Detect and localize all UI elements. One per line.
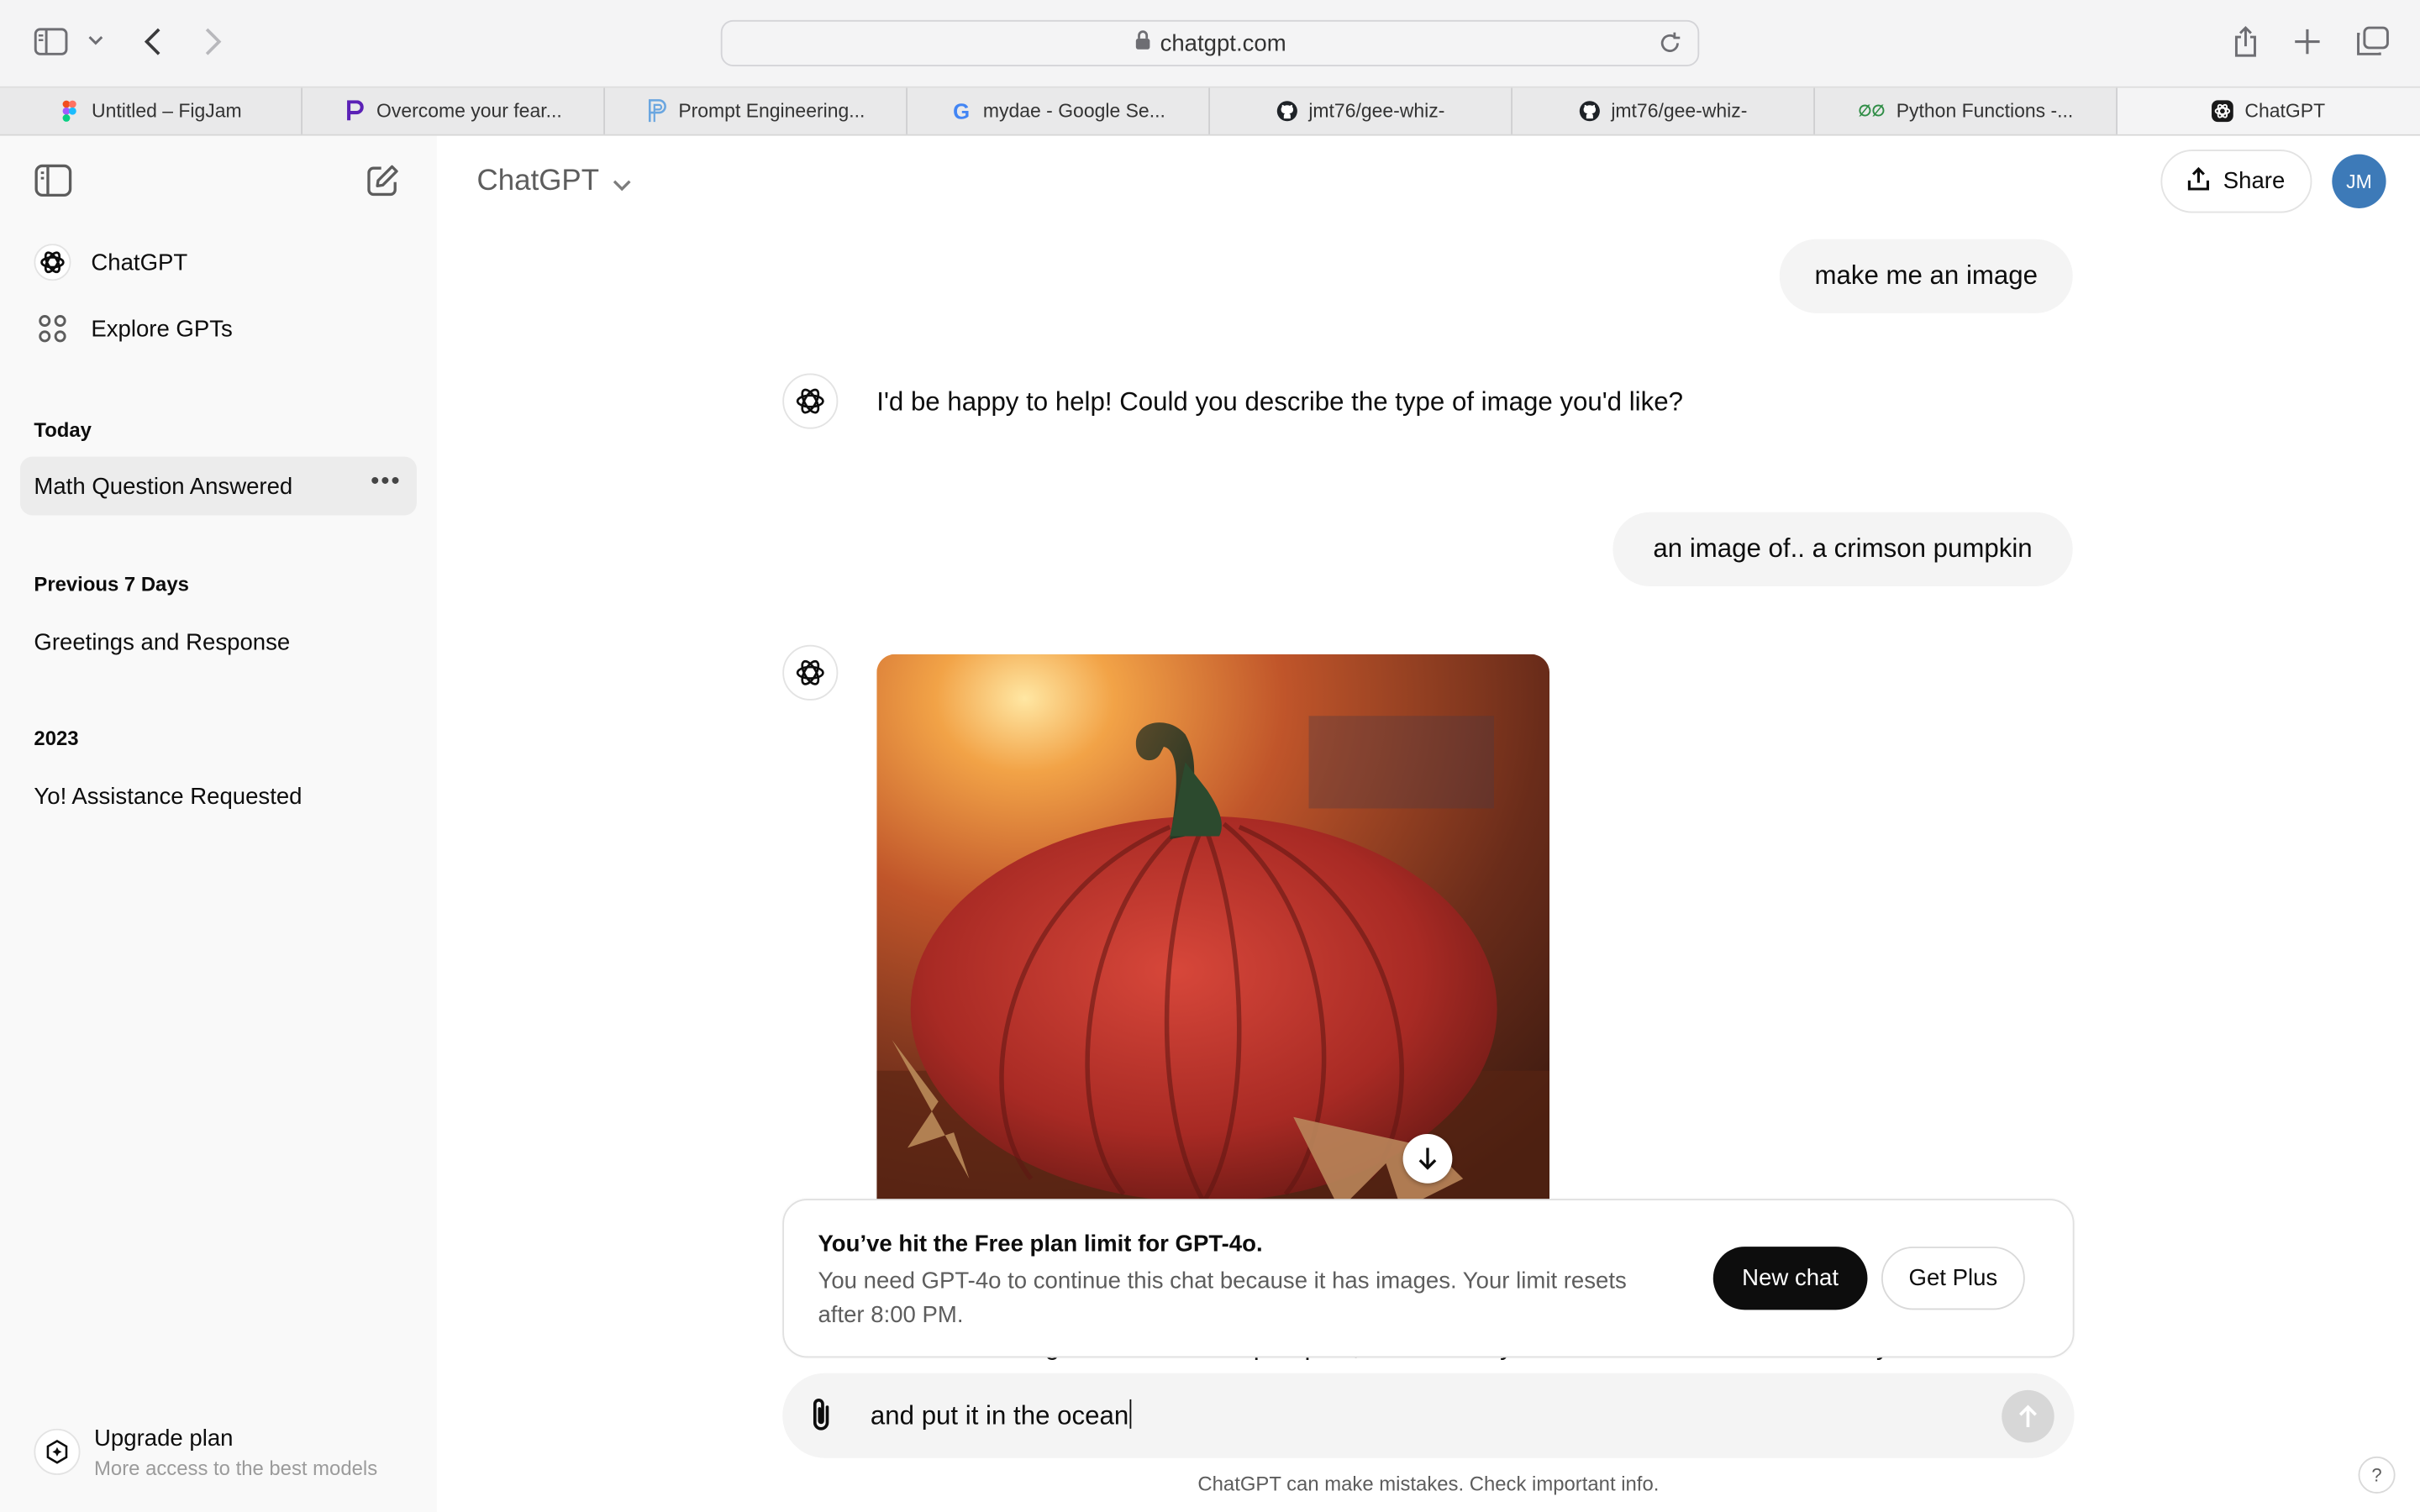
sidebar: ChatGPT Explore GPTs Today Math Question… (0, 135, 437, 1512)
close-sidebar-icon[interactable] (34, 164, 72, 197)
tab-github-2[interactable]: jmt76/gee-whiz- (1512, 87, 1815, 134)
generated-pumpkin-image[interactable] (876, 654, 1550, 1210)
share-button[interactable]: Share (2160, 150, 2312, 213)
sidebar-item-explore-gpts[interactable]: Explore GPTs (20, 299, 417, 358)
upload-icon (2188, 165, 2212, 197)
address-bar[interactable]: chatgpt.com (720, 19, 1700, 66)
model-selector[interactable]: ChatGPT (477, 164, 632, 201)
chevron-down-icon[interactable] (88, 34, 103, 46)
tab-python-functions[interactable]: ∅∅ Python Functions -... (1815, 87, 2118, 134)
section-today: Today (34, 417, 92, 442)
screen: chatgpt.com Untitled – FigJam Overcome y… (0, 0, 2420, 1512)
upgrade-plan-button[interactable]: Upgrade plan More access to the best mod… (34, 1425, 419, 1487)
limit-title: You’ve hit the Free plan limit for GPT-4… (818, 1231, 1263, 1257)
history-item[interactable]: Math Question Answered ••• (19, 456, 417, 516)
plan-limit-notice: You’ve hit the Free plan limit for GPT-4… (782, 1199, 2075, 1358)
section-2023: 2023 (34, 727, 79, 750)
section-previous-7-days: Previous 7 Days (34, 572, 189, 596)
download-icon[interactable] (1402, 1134, 1453, 1184)
chatgpt-icon (2212, 100, 2234, 123)
chevron-down-icon (613, 166, 632, 200)
new-chat-button[interactable]: New chat (1712, 1247, 1868, 1310)
paperclip-icon[interactable] (810, 1396, 832, 1441)
history-item[interactable]: Greetings and Response (20, 612, 417, 671)
back-icon[interactable] (142, 26, 164, 57)
tab-perplexity[interactable]: Overcome your fear... (302, 87, 605, 134)
perplexity-icon (344, 100, 366, 122)
upgrade-subtitle: More access to the best models (94, 1456, 378, 1480)
forward-icon[interactable] (203, 26, 224, 57)
upgrade-title: Upgrade plan (94, 1425, 234, 1452)
new-chat-icon[interactable] (366, 164, 399, 197)
user-message: an image of.. a crimson pumpkin (1612, 512, 2073, 586)
lock-icon (1134, 29, 1150, 57)
avatar[interactable]: JM (2332, 154, 2386, 208)
github-icon (1579, 100, 1601, 122)
github-icon (1276, 100, 1298, 122)
share-page-icon[interactable] (2232, 24, 2260, 58)
message-composer[interactable]: and put it in the ocean (782, 1373, 2075, 1458)
user-message: make me an image (1779, 239, 2073, 313)
url-text: chatgpt.com (1160, 29, 1286, 57)
prompt-icon (646, 99, 668, 123)
send-button[interactable] (2002, 1389, 2054, 1443)
assistant-avatar-icon (782, 644, 839, 701)
sidebar-toggle-icon[interactable] (34, 28, 68, 55)
text-caret (1130, 1399, 1132, 1429)
tab-overview-icon[interactable] (2355, 26, 2389, 57)
message-input[interactable]: and put it in the ocean (871, 1399, 1132, 1432)
tab-github-1[interactable]: jmt76/gee-whiz- (1210, 87, 1512, 134)
limit-body: You need GPT-4o to continue this chat be… (818, 1268, 1627, 1329)
chatgpt-logo-icon (34, 244, 71, 281)
tab-google[interactable]: G mydae - Google Se... (908, 87, 1210, 134)
get-plus-button[interactable]: Get Plus (1881, 1247, 2025, 1310)
tab-bar: Untitled – FigJam Overcome your fear... … (0, 87, 2420, 136)
assistant-avatar-icon (782, 373, 839, 429)
sparkle-icon (34, 1428, 81, 1475)
history-item[interactable]: Yo! Assistance Requested (20, 767, 417, 826)
chat-main: ChatGPT Share JM make me an image I'd be… (436, 135, 2420, 1512)
sidebar-item-chatgpt[interactable]: ChatGPT (20, 233, 417, 291)
help-button[interactable]: ? (2358, 1456, 2396, 1494)
tab-chatgpt[interactable]: ChatGPT (2118, 87, 2420, 134)
new-tab-icon[interactable] (2293, 28, 2321, 55)
figma-icon (59, 100, 81, 122)
assistant-message: I'd be happy to help! Could you describe… (876, 387, 1683, 417)
gfg-icon: ∅∅ (1858, 102, 1886, 120)
disclaimer: ChatGPT can make mistakes. Check importa… (1197, 1472, 1660, 1495)
reload-icon[interactable] (1658, 31, 1682, 62)
more-options-icon[interactable]: ••• (371, 469, 401, 496)
grid-icon (34, 310, 71, 347)
google-icon: G (953, 98, 971, 123)
tab-prompt-engineering[interactable]: Prompt Engineering... (605, 87, 908, 134)
browser-toolbar: chatgpt.com (0, 0, 2420, 88)
tab-figjam[interactable]: Untitled – FigJam (0, 87, 302, 134)
